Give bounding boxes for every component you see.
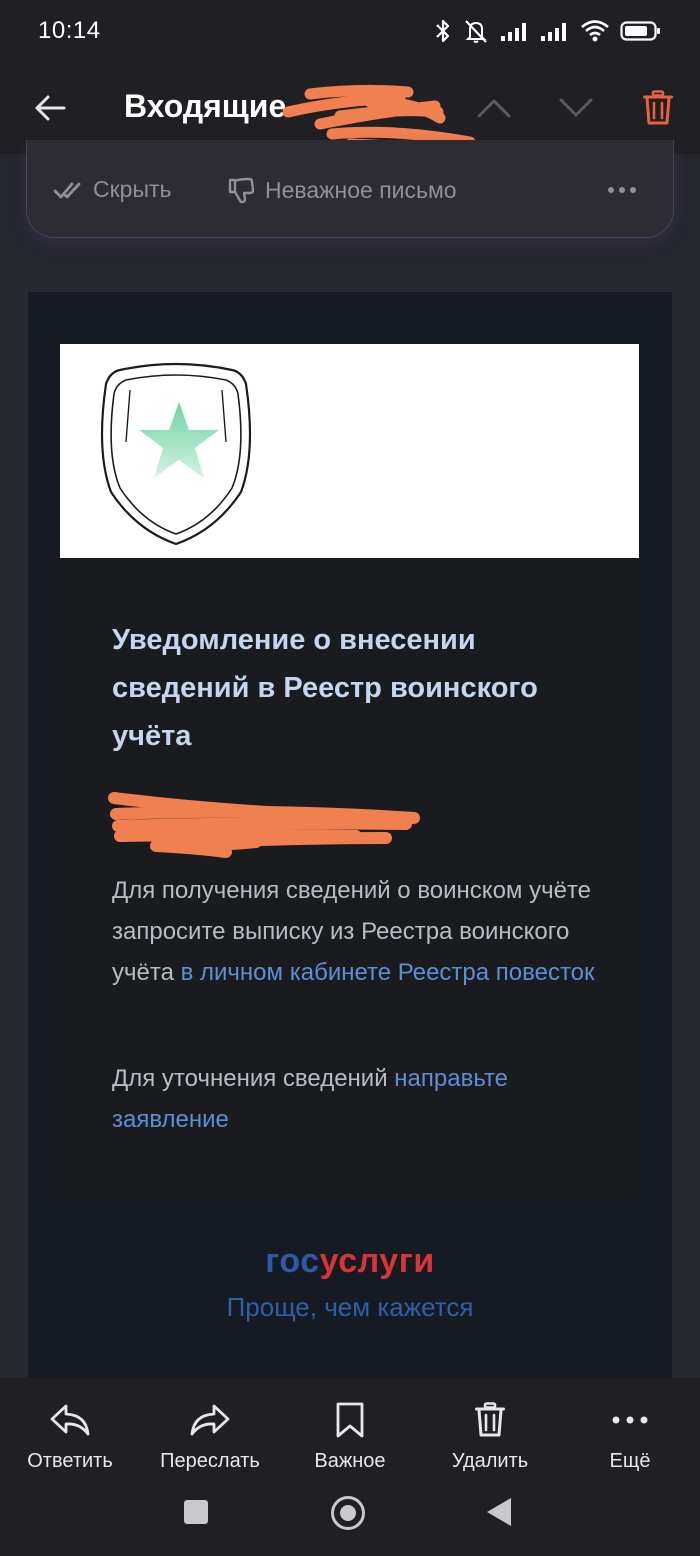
mute-icon (465, 20, 487, 43)
notice-paragraph-clarify: Для уточнения сведений направьте заявлен… (112, 1058, 612, 1140)
delete-label: Удалить (451, 1450, 529, 1472)
trash-icon (475, 1402, 505, 1437)
battery-icon (620, 21, 660, 41)
thumbs-down-icon (228, 177, 255, 204)
gosuslugi-slogan: Проще, чем кажется (226, 1292, 474, 1322)
notice-title: Уведомление о внесении сведений в Реестр… (112, 624, 538, 752)
chevron-down-icon (559, 98, 593, 117)
signal-icon (501, 23, 526, 41)
notice-paragraph-registry: Для получения сведений о воинском учёте … (112, 870, 612, 993)
forward-icon (190, 1404, 230, 1436)
status-time: 10:14 (38, 17, 101, 44)
reply-label: Ответить (27, 1450, 113, 1472)
bookmark-icon (336, 1402, 364, 1438)
delete-toolbar-button[interactable]: Удалить (425, 1400, 555, 1473)
hide-button[interactable]: Скрыть (53, 176, 172, 203)
back-nav-button[interactable] (487, 1498, 511, 1526)
status-icons (434, 16, 662, 46)
back-button[interactable] (28, 86, 72, 130)
bluetooth-icon (436, 19, 450, 43)
logo-part-gos: гос (265, 1242, 320, 1280)
more-button[interactable]: Ещё (565, 1400, 695, 1473)
gosuslugi-logo[interactable]: госуслуги (28, 1242, 672, 1281)
personal-account-link[interactable]: в личном кабинете Реестра повесток (181, 959, 595, 986)
double-check-icon (53, 182, 81, 198)
reply-icon (50, 1404, 90, 1436)
logo-part-uslugi: услуги (319, 1242, 435, 1280)
redaction-scribble (108, 792, 420, 858)
shield-star-icon (100, 362, 252, 546)
status-bar: 10:14 (0, 0, 700, 62)
next-message-button[interactable] (554, 86, 598, 130)
arrow-left-icon (35, 95, 66, 121)
paragraph-text: Для уточнения сведений (112, 1065, 395, 1092)
forward-button[interactable]: Переслать (145, 1400, 275, 1473)
email-body: Уведомление о внесении сведений в Реестр… (28, 292, 672, 1392)
important-label: Важное (314, 1450, 386, 1472)
trash-icon (643, 90, 673, 125)
notice-card: Уведомление о внесении сведений в Реестр… (60, 558, 639, 1198)
folder-title: Входящие (124, 88, 287, 124)
previous-message-button[interactable] (472, 86, 516, 130)
recents-nav-button[interactable] (184, 1500, 208, 1524)
more-label: Ещё (609, 1450, 651, 1472)
hide-label: Скрыть (93, 176, 172, 202)
delete-button[interactable] (636, 84, 680, 132)
important-button[interactable]: Важное (285, 1400, 415, 1473)
message-actions-card: Скрыть Неважное письмо (26, 140, 674, 238)
unimportant-label: Неважное письмо (265, 176, 457, 203)
wifi-icon (581, 20, 609, 42)
more-horizontal-icon (612, 1416, 648, 1424)
more-actions-button[interactable] (605, 180, 639, 200)
forward-label: Переслать (160, 1450, 260, 1472)
more-horizontal-icon (608, 187, 636, 193)
reply-button[interactable]: Ответить (5, 1400, 135, 1473)
signal-icon (541, 23, 566, 41)
home-nav-button[interactable] (331, 1496, 365, 1530)
chevron-up-icon (477, 99, 511, 118)
unimportant-button[interactable]: Неважное письмо (227, 176, 457, 204)
email-banner (60, 344, 639, 558)
